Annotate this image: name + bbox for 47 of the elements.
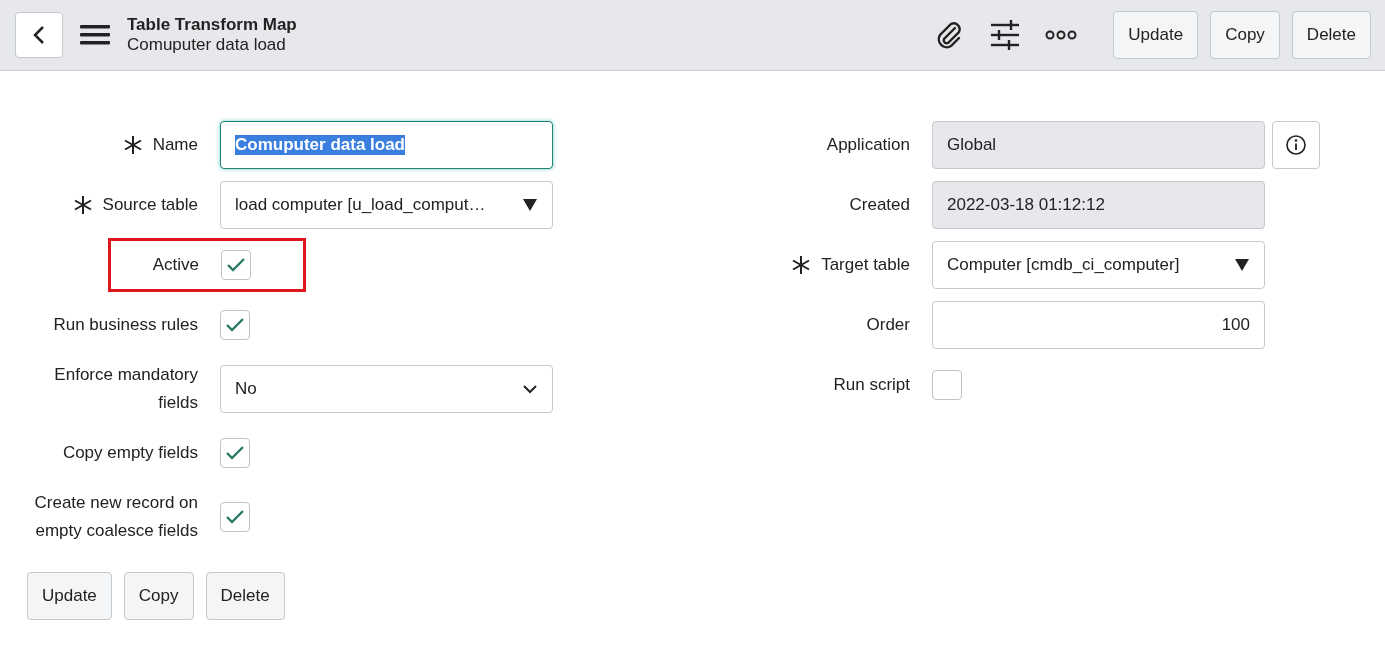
checkbox[interactable] xyxy=(220,502,250,532)
checkbox[interactable] xyxy=(221,250,251,280)
field-label: Target table xyxy=(821,254,910,276)
checkmark-icon xyxy=(225,317,245,333)
field-label: Order xyxy=(866,314,910,336)
record-name: Comuputer data load xyxy=(127,35,287,55)
checkbox[interactable] xyxy=(220,310,250,340)
info-icon xyxy=(1285,134,1307,156)
checkmark-icon xyxy=(225,445,245,461)
field-label: Source table xyxy=(102,194,198,216)
checkmark-icon xyxy=(226,257,246,273)
readonly-field: 2022-03-18 01:12:12 xyxy=(932,181,1265,229)
checkbox[interactable] xyxy=(932,370,962,400)
info-button[interactable] xyxy=(1272,121,1320,169)
header-action-button[interactable]: Delete xyxy=(1291,11,1371,59)
sliders-icon[interactable] xyxy=(989,19,1022,51)
readonly-field: Global xyxy=(932,121,1265,169)
field-label: Run business rules xyxy=(53,314,198,336)
reference-field[interactable]: load computer [u_load_comput… xyxy=(220,181,553,229)
header-action-button[interactable]: Copy xyxy=(1210,11,1280,59)
dropdown-triangle-icon xyxy=(1234,258,1250,272)
reference-field[interactable]: Computer [cmdb_ci_computer] xyxy=(932,241,1265,289)
number-field[interactable]: 100 xyxy=(932,301,1265,349)
form-action-button[interactable]: Update xyxy=(27,572,112,620)
field-label: Run script xyxy=(833,374,910,396)
select-field[interactable]: No xyxy=(220,365,553,413)
field-value: Comuputer data load xyxy=(235,135,405,155)
chevron-down-icon xyxy=(522,384,538,394)
menu-icon[interactable] xyxy=(80,23,110,47)
text-field[interactable]: Comuputer data load xyxy=(220,121,553,169)
field-label: Created xyxy=(849,194,910,216)
chevron-left-icon xyxy=(32,25,46,45)
field-label: Enforce mandatory fields xyxy=(53,364,198,414)
field-label: Copy empty fields xyxy=(62,442,198,464)
field-label: Active xyxy=(152,254,199,276)
checkmark-icon xyxy=(225,509,245,525)
header-action-button[interactable]: Update xyxy=(1113,11,1199,59)
checkbox[interactable] xyxy=(220,438,250,468)
dropdown-triangle-icon xyxy=(522,198,538,212)
back-button[interactable] xyxy=(15,12,63,58)
field-label: Create new record on empty coalesce fields xyxy=(33,492,198,542)
form-action-button[interactable]: Delete xyxy=(205,572,285,620)
form-title: Table Transform Map xyxy=(127,15,297,35)
field-label: Application xyxy=(826,134,910,156)
form-action-button[interactable]: Copy xyxy=(123,572,194,620)
more-icon[interactable] xyxy=(1045,29,1078,41)
field-label: Name xyxy=(152,134,198,156)
